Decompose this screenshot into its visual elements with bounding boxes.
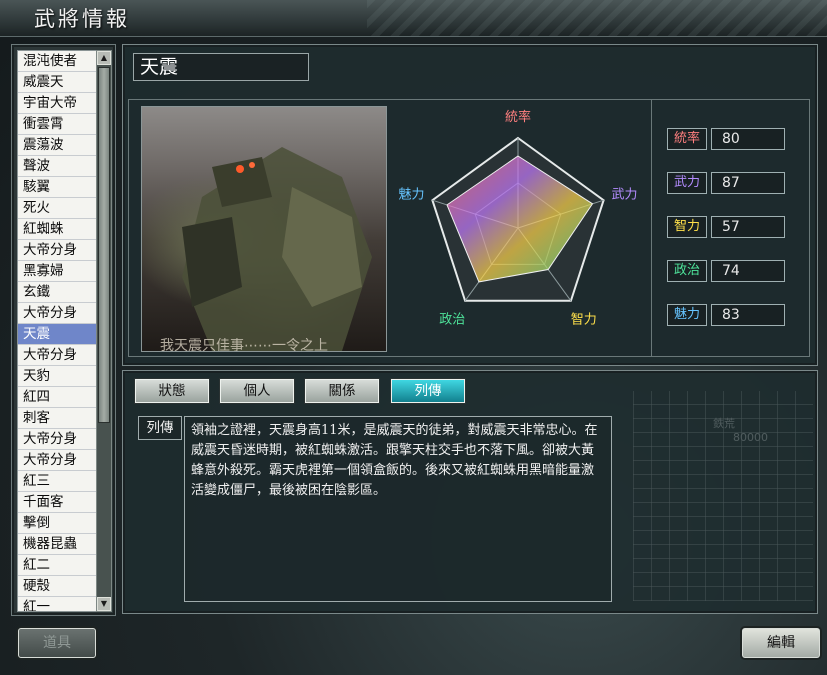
stat-value: 57 [711,216,785,238]
list-item[interactable]: 大帝分身 [18,429,96,450]
list-item[interactable]: 大帝分身 [18,450,96,471]
edit-button[interactable]: 編輯 [742,628,820,658]
biography-label: 列傳 [138,416,182,440]
stat-label: 政治 [667,260,707,282]
list-item[interactable]: 紅四 [18,387,96,408]
general-name: 天震 [133,53,309,81]
scroll-thumb[interactable] [98,67,110,423]
list-item[interactable]: 天震 [18,324,96,345]
list-item[interactable]: 威震天 [18,72,96,93]
stat-label: 智力 [667,216,707,238]
list-item[interactable]: 紅三 [18,471,96,492]
stats-divider [651,100,652,356]
list-item[interactable]: 震蕩波 [18,135,96,156]
scroll-up-arrow-icon[interactable]: ▲ [97,51,111,65]
list-item[interactable]: 機器昆蟲 [18,534,96,555]
list-item[interactable]: 千面客 [18,492,96,513]
general-info-panel: 天震 我天震只佳事⋯⋯一令之上 統率 武力 智力 政治 魅力 統率 80 武力 … [122,44,818,366]
radar-label-war: 武力 [611,187,637,202]
list-item[interactable]: 大帝分身 [18,240,96,261]
list-item[interactable]: 刺客 [18,408,96,429]
stat-value: 80 [711,128,785,150]
portrait-caption: 我天震只佳事⋯⋯一令之上 [160,338,328,352]
robot-figure-illustration [182,147,372,351]
radar-label-int: 智力 [571,313,597,328]
general-stats-area: 我天震只佳事⋯⋯一令之上 統率 武力 智力 政治 魅力 統率 80 武力 87 … [128,99,810,357]
list-item[interactable]: 衝雲霄 [18,114,96,135]
general-list-panel: 混沌使者 威震天 宇宙大帝 衝雲霄 震蕩波 聲波 駭翼 死火 紅蜘蛛 大帝分身 黑寡婦 玄鐵 大帝分身天… [11,44,116,616]
list-item[interactable]: 聲波 [18,156,96,177]
list-item[interactable]: 大帝分身 [18,345,96,366]
detail-panel: 狀態 個人 關係 列傳 鉄荒 80000 列傳 領袖之證裡，天震身高11米，是威… [122,370,818,614]
radar-label-pol: 政治 [439,313,465,328]
list-item[interactable]: 死火 [18,198,96,219]
list-item[interactable]: 混沌使者 [18,51,96,72]
list-item[interactable]: 擊倒 [18,513,96,534]
stat-label: 魅力 [667,304,707,326]
radar-label-cha: 魅力 [398,187,424,202]
map-decoration: 鉄荒 80000 [633,391,813,601]
map-deco-text: 鉄荒 [713,417,735,430]
window-title: 武將情報 [34,7,130,31]
general-list: 混沌使者 威震天 宇宙大帝 衝雲霄 震蕩波 聲波 駭翼 死火 紅蜘蛛 大帝分身 黑寡婦 玄鐵 大帝分身天… [17,50,97,612]
list-item[interactable]: 大帝分身 [18,303,96,324]
tab-status[interactable]: 狀態 [135,379,209,403]
stat-value: 74 [711,260,785,282]
list-item[interactable]: 駭翼 [18,177,96,198]
stat-value: 87 [711,172,785,194]
stat-label: 統率 [667,128,707,150]
radar-label-lead: 統率 [505,109,531,125]
list-item[interactable]: 玄鐵 [18,282,96,303]
tab-personal[interactable]: 個人 [220,379,294,403]
biography-text: 領袖之證裡，天震身高11米，是威震天的徒弟，對威震天非常忠心。在威震天昏迷時期，… [184,416,612,602]
stats-radar-chart: 統率 武力 智力 政治 魅力 [398,109,637,328]
list-item[interactable]: 紅二 [18,555,96,576]
scroll-down-arrow-icon[interactable]: ▼ [97,597,111,611]
list-item[interactable]: 紅一 [18,597,96,611]
general-portrait: 我天震只佳事⋯⋯一令之上 [141,106,387,352]
tab-relations[interactable]: 關係 [305,379,379,403]
stat-value: 83 [711,304,785,326]
list-item[interactable]: 宇宙大帝 [18,93,96,114]
list-item[interactable]: 黑寡婦 [18,261,96,282]
map-deco-number: 80000 [733,431,768,444]
stat-label: 武力 [667,172,707,194]
tab-biography[interactable]: 列傳 [391,379,465,403]
title-decoration [367,0,827,36]
list-item[interactable]: 紅蜘蛛 [18,219,96,240]
title-bar: 武將情報 [0,0,827,37]
items-button[interactable]: 道具 [18,628,96,658]
list-item[interactable]: 硬殼 [18,576,96,597]
list-scrollbar[interactable]: ▲ ▼ [96,50,112,612]
list-item[interactable]: 天豹 [18,366,96,387]
